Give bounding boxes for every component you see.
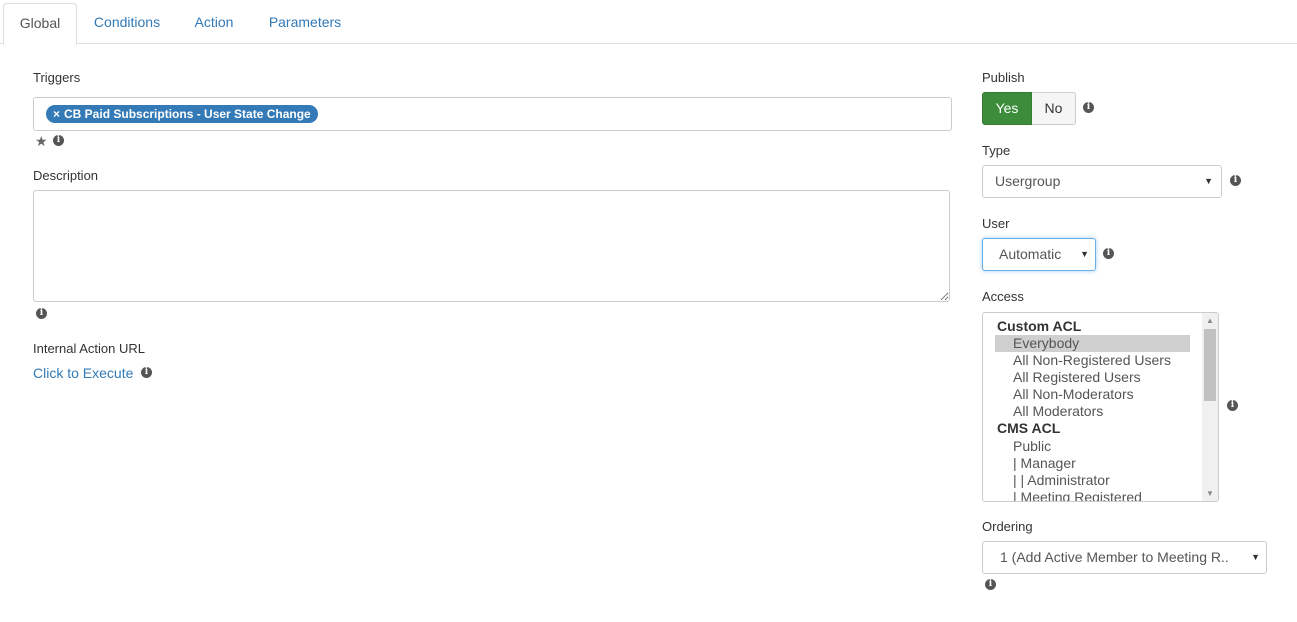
- type-select[interactable]: Usergroup ▼: [982, 165, 1222, 198]
- internal-url-info-icon[interactable]: i: [141, 367, 152, 378]
- type-select-value: Usergroup: [995, 173, 1061, 189]
- publish-toggle: Yes No: [982, 92, 1076, 125]
- tab-action[interactable]: Action: [184, 3, 244, 42]
- user-select-value: Automatic: [999, 246, 1062, 262]
- ordering-select-value: 1 (Add Active Member to Meeting R..: [1000, 549, 1229, 565]
- star-icon[interactable]: ★: [35, 134, 48, 148]
- list-item[interactable]: | Manager: [1013, 455, 1076, 472]
- access-info-icon[interactable]: i: [1227, 400, 1238, 411]
- access-scrollbar[interactable]: ▲ ▼: [1202, 313, 1218, 501]
- list-item[interactable]: All Non-Registered Users: [1013, 352, 1171, 369]
- tab-parameters[interactable]: Parameters: [258, 3, 352, 42]
- list-item[interactable]: Public: [1013, 438, 1051, 455]
- ordering-select[interactable]: 1 (Add Active Member to Meeting R.. ▼: [982, 541, 1267, 574]
- list-item[interactable]: | | Administrator: [1013, 472, 1110, 489]
- type-label: Type: [982, 143, 1011, 158]
- list-item: CMS ACL: [997, 420, 1061, 436]
- ordering-label: Ordering: [982, 519, 1033, 534]
- list-item[interactable]: All Non-Moderators: [1013, 386, 1134, 403]
- list-item[interactable]: | Meeting Registered: [1013, 489, 1142, 501]
- trigger-tag-label: CB Paid Subscriptions - User State Chang…: [64, 107, 311, 121]
- scroll-thumb[interactable]: [1204, 329, 1216, 401]
- user-label: User: [982, 216, 1010, 231]
- list-item: Custom ACL: [997, 318, 1082, 334]
- triggers-input[interactable]: × CB Paid Subscriptions - User State Chan…: [33, 97, 952, 131]
- publish-yes-button[interactable]: Yes: [982, 92, 1032, 125]
- user-info-icon[interactable]: i: [1103, 248, 1114, 259]
- tab-bar: Global Conditions Action Parameters: [0, 0, 1297, 45]
- access-listbox[interactable]: Custom ACL Everybody All Non-Registered …: [982, 312, 1219, 502]
- remove-tag-icon[interactable]: ×: [53, 107, 60, 121]
- scroll-up-icon[interactable]: ▲: [1205, 316, 1215, 325]
- internal-url-label: Internal Action URL: [33, 341, 146, 356]
- list-item[interactable]: All Registered Users: [1013, 369, 1141, 386]
- publish-info-icon[interactable]: i: [1083, 102, 1094, 113]
- description-textarea[interactable]: [33, 190, 950, 302]
- access-label: Access: [982, 289, 1024, 304]
- tab-global[interactable]: Global: [3, 3, 77, 45]
- description-label: Description: [33, 168, 99, 183]
- description-info-icon[interactable]: i: [36, 308, 47, 319]
- type-info-icon[interactable]: i: [1230, 175, 1241, 186]
- trigger-tag: × CB Paid Subscriptions - User State Chan…: [46, 105, 318, 123]
- chevron-down-icon: ▼: [1080, 249, 1089, 259]
- tab-conditions[interactable]: Conditions: [84, 3, 170, 42]
- triggers-label: Triggers: [33, 70, 81, 85]
- list-item[interactable]: Everybody: [995, 335, 1190, 352]
- chevron-down-icon: ▼: [1204, 176, 1213, 186]
- user-select[interactable]: Automatic ▼: [982, 238, 1096, 271]
- triggers-info-icon[interactable]: i: [53, 135, 64, 146]
- publish-label: Publish: [982, 70, 1025, 85]
- chevron-down-icon: ▼: [1251, 552, 1260, 562]
- publish-no-button[interactable]: No: [1032, 92, 1076, 125]
- scroll-down-icon[interactable]: ▼: [1205, 489, 1215, 498]
- ordering-info-icon[interactable]: i: [985, 579, 996, 590]
- list-item[interactable]: All Moderators: [1013, 403, 1103, 420]
- click-to-execute-link[interactable]: Click to Execute: [33, 365, 133, 381]
